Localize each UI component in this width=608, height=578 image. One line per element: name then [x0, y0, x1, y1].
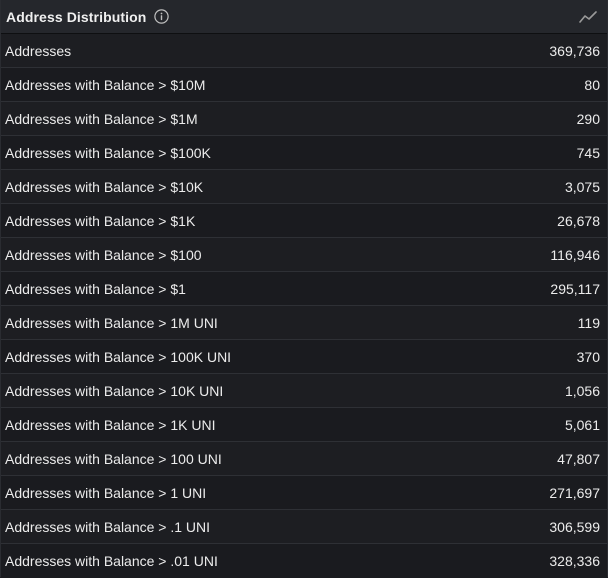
row-value: 271,697 — [549, 484, 600, 501]
row-value: 47,807 — [557, 450, 600, 467]
row-value: 116,946 — [550, 246, 600, 263]
row-label: Addresses with Balance > $100K — [5, 144, 211, 161]
row-label: Addresses with Balance > 100 UNI — [5, 450, 222, 467]
row-label: Addresses with Balance > $10M — [5, 76, 206, 93]
row-value: 290 — [576, 110, 600, 127]
row-value: 26,678 — [557, 212, 600, 229]
table-row: Addresses with Balance > .1 UNI 306,599 — [1, 510, 607, 544]
row-value: 3,075 — [564, 178, 600, 195]
row-value: 369,736 — [549, 42, 600, 59]
row-label: Addresses with Balance > $1K — [5, 212, 196, 229]
row-value: 745 — [576, 144, 600, 161]
table-row: Addresses 369,736 — [1, 34, 607, 68]
row-value: 370 — [576, 348, 600, 365]
table-row: Addresses with Balance > $10K 3,075 — [1, 170, 607, 204]
widget-header-left: Address Distribution — [6, 8, 170, 25]
widget-header: Address Distribution — [1, 0, 607, 34]
row-value: 1,056 — [564, 382, 600, 399]
distribution-list: Addresses 369,736 Addresses with Balance >… — [1, 34, 607, 578]
row-label: Addresses with Balance > 1 UNI — [5, 484, 207, 501]
info-circle-icon[interactable] — [154, 9, 170, 24]
table-row: Addresses with Balance > 1K UNI 5,061 — [1, 408, 607, 442]
table-row: Addresses with Balance > $1M 290 — [1, 102, 607, 136]
table-row: Addresses with Balance > 10K UNI 1,056 — [1, 374, 607, 408]
table-row: Addresses with Balance > $100K 745 — [1, 136, 607, 170]
table-row: Addresses with Balance > $1K 26,678 — [1, 204, 607, 238]
table-row: Addresses with Balance > 1M UNI 119 — [1, 306, 607, 340]
table-row: Addresses with Balance > .01 UNI 328,336 — [1, 544, 607, 578]
row-label: Addresses with Balance > 1M UNI — [5, 314, 218, 331]
row-label: Addresses with Balance > 10K UNI — [5, 382, 224, 399]
row-label: Addresses — [5, 42, 72, 59]
table-row: Addresses with Balance > $100 116,946 — [1, 238, 607, 272]
row-label: Addresses with Balance > .01 UNI — [5, 553, 218, 569]
table-row: Addresses with Balance > $1 295,117 — [1, 272, 607, 306]
row-label: Addresses with Balance > 100K UNI — [5, 348, 232, 365]
line-chart-icon[interactable] — [579, 10, 597, 24]
row-value: 328,336 — [549, 553, 600, 569]
table-row: Addresses with Balance > 1 UNI 271,697 — [1, 476, 607, 510]
row-label: Addresses with Balance > $10K — [5, 178, 204, 195]
row-value: 306,599 — [549, 518, 600, 535]
table-row: Addresses with Balance > $10M 80 — [1, 68, 607, 102]
table-row: Addresses with Balance > 100K UNI 370 — [1, 340, 607, 374]
row-value: 80 — [584, 76, 600, 93]
row-value: 5,061 — [564, 416, 600, 433]
row-label: Addresses with Balance > $100 — [5, 246, 202, 263]
row-label: Addresses with Balance > 1K UNI — [5, 416, 216, 433]
row-label: Addresses with Balance > $1 — [5, 280, 186, 297]
widget-title: Address Distribution — [6, 8, 147, 25]
row-label: Addresses with Balance > .1 UNI — [5, 518, 211, 535]
row-label: Addresses with Balance > $1M — [5, 110, 198, 127]
address-distribution-widget: Address Distribution Addresses 369,736 Add… — [0, 0, 608, 578]
row-value: 119 — [577, 314, 600, 331]
table-row: Addresses with Balance > 100 UNI 47,807 — [1, 442, 607, 476]
row-value: 295,117 — [550, 280, 600, 297]
